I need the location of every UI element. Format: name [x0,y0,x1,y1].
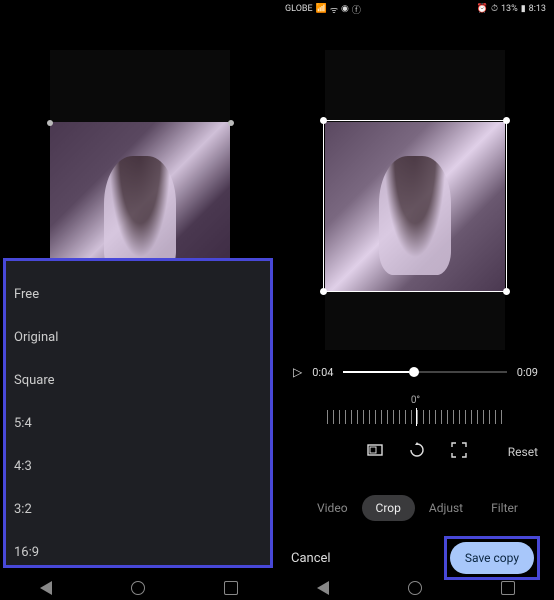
aspect-option-square[interactable]: Square [14,359,262,402]
nav-recent-icon[interactable] [224,581,238,595]
action-row: Cancel Save copy [277,536,554,580]
alarm-icon: ⏰ [477,4,488,14]
video-controls: ▷ 0:04 0:09 [293,365,538,379]
aspect-option-4-3[interactable]: 4:3 [14,445,262,488]
carrier-label: GLOBE [285,4,313,14]
navigation-bar-left [0,576,277,600]
current-time: 0:04 [312,366,333,379]
alarm2-icon: ⏱ [491,4,498,14]
video-progress-bar[interactable] [343,371,506,373]
status-bar: GLOBE 📶 ᯤ ◉ ⓕ ⏰ ⏱ 13% ▮ 8:13 [277,0,554,18]
navigation-bar-right [277,576,554,600]
nav-back-icon[interactable] [317,581,329,595]
crop-handle-top-left[interactable] [320,117,327,124]
rotate-icon[interactable] [409,442,425,462]
rotation-angle-label: 0° [277,395,554,406]
aspect-option-original[interactable]: Original [14,316,262,359]
aspect-ratio-icon[interactable] [367,442,383,462]
battery-icon: ▮ [521,4,526,14]
progress-thumb[interactable] [409,367,419,377]
crop-handle-bottom-right[interactable] [503,288,510,295]
save-button-highlight: Save copy [444,536,540,580]
crop-handle-bottom-left[interactable] [320,288,327,295]
expand-icon[interactable] [451,442,467,462]
aspect-option-5-4[interactable]: 5:4 [14,402,262,445]
nav-home-icon[interactable] [408,581,422,595]
screen-left-aspect-menu: Free Original Square 5:4 4:3 3:2 16:9 [0,0,277,600]
tab-crop[interactable]: Crop [362,495,415,521]
crop-tools-row: Reset [293,442,538,462]
tab-adjust[interactable]: Adjust [415,495,477,521]
nav-back-icon[interactable] [40,581,52,595]
total-time: 0:09 [517,366,538,379]
play-icon[interactable]: ▷ [293,365,302,379]
messenger-icon: ◉ [341,4,349,14]
signal-icon: 📶 [316,4,327,14]
save-copy-button[interactable]: Save copy [450,542,534,574]
edit-tabs: Video Crop Adjust Filter [277,495,554,521]
nav-home-icon[interactable] [131,581,145,595]
battery-percent: 13% [501,4,518,14]
cancel-button[interactable]: Cancel [291,551,331,566]
aspect-option-3-2[interactable]: 3:2 [14,488,262,531]
aspect-ratio-menu: Free Original Square 5:4 4:3 3:2 16:9 [3,258,273,568]
wifi-icon: ᯤ [330,3,338,16]
reset-button[interactable]: Reset [508,445,538,459]
tab-filter[interactable]: Filter [477,495,532,521]
aspect-option-free[interactable]: Free [14,273,262,316]
rotation-ruler[interactable] [327,410,504,424]
tab-video[interactable]: Video [303,495,362,521]
screen-right-editor: GLOBE 📶 ᯤ ◉ ⓕ ⏰ ⏱ 13% ▮ 8:13 ▷ 0:04 0 [277,0,554,600]
clock-time: 8:13 [529,4,546,14]
aspect-option-16-9[interactable]: 16:9 [14,531,262,574]
crop-frame[interactable] [323,120,507,292]
facebook-icon: ⓕ [352,3,361,16]
nav-recent-icon[interactable] [501,581,515,595]
crop-handle-top-right[interactable] [503,117,510,124]
